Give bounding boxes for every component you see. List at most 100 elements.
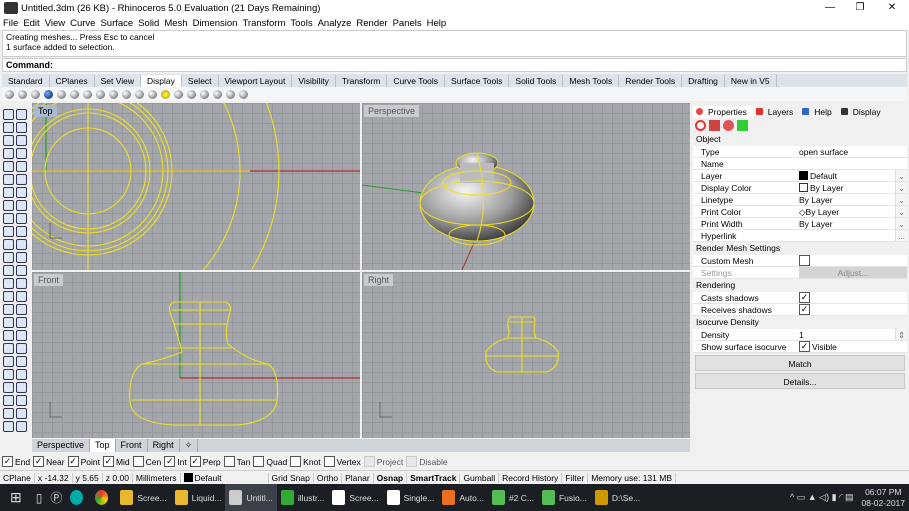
chevron-down-icon[interactable]: ⌄	[895, 206, 907, 217]
osnap-checkbox[interactable]	[406, 456, 418, 467]
xray-icon[interactable]	[57, 89, 66, 99]
disable-icon[interactable]	[226, 89, 235, 99]
menu-item-dimension[interactable]: Dimension	[193, 18, 238, 29]
tool-icon-18-0[interactable]	[3, 343, 14, 354]
tool-icon-11-1[interactable]	[16, 252, 27, 263]
tool-icon-22-0[interactable]	[3, 395, 14, 406]
tool-icon-17-0[interactable]	[3, 330, 14, 341]
texture-mapping-icon[interactable]	[737, 120, 748, 131]
chevron-down-icon[interactable]: ⌄	[895, 194, 907, 205]
taskbar-item-7[interactable]: #2 C...	[488, 484, 538, 511]
mesh-icon[interactable]	[213, 89, 222, 99]
receives-shadows-checkbox[interactable]: ✓	[799, 304, 810, 315]
spinner-icon[interactable]: ⇕	[895, 329, 907, 340]
chrome-icon[interactable]	[91, 484, 116, 511]
tool-icon-5-1[interactable]	[16, 174, 27, 185]
osnap-checkbox[interactable]	[290, 456, 302, 467]
tool-icon-2-0[interactable]	[3, 135, 14, 146]
tool-icon-0-1[interactable]	[16, 109, 27, 120]
units[interactable]: Millimeters	[133, 472, 181, 483]
taskbar-item-0[interactable]: Scree...	[116, 484, 170, 511]
tab-select[interactable]: Select	[182, 75, 219, 87]
sun-icon[interactable]	[161, 89, 170, 99]
tool-icon-20-0[interactable]	[3, 369, 14, 380]
viewport-tab-4[interactable]: ✧	[180, 439, 199, 452]
osnap-checkbox[interactable]: ✓	[67, 456, 79, 467]
menu-item-analyze[interactable]: Analyze	[318, 18, 352, 29]
chevron-down-icon[interactable]: ⌄	[895, 218, 907, 229]
current-layer[interactable]: Default	[181, 472, 269, 483]
status-toggle-ortho[interactable]: Ortho	[314, 472, 343, 483]
tab-new-in-v5[interactable]: New in V5	[725, 75, 777, 87]
osnap-vertex[interactable]: Vertex	[323, 456, 361, 467]
lights-icon[interactable]	[148, 89, 157, 99]
rendered-icon[interactable]	[44, 89, 53, 99]
osnap-near[interactable]: ✓ Near	[33, 456, 65, 467]
osnap-int[interactable]: ✓ Int	[164, 456, 187, 467]
arduino-icon[interactable]	[66, 484, 91, 511]
tool-icon-16-1[interactable]	[16, 317, 27, 328]
panel-tab-layers[interactable]: Layers	[753, 106, 800, 118]
osnap-checkbox[interactable]: ✓	[33, 456, 45, 467]
match-icon[interactable]	[135, 89, 144, 99]
tool-icon-8-1[interactable]	[16, 213, 27, 224]
osnap-checkbox[interactable]: ✓	[189, 456, 201, 467]
tool-icon-12-0[interactable]	[3, 265, 14, 276]
taskbar-item-8[interactable]: Fusio...	[538, 484, 591, 511]
tool-icon-9-0[interactable]	[3, 226, 14, 237]
tool-icon-3-0[interactable]	[3, 148, 14, 159]
tab-viewport-layout[interactable]: Viewport Layout	[219, 75, 293, 87]
pen-icon[interactable]	[83, 89, 92, 99]
tab-display[interactable]: Display	[141, 75, 182, 87]
osnap-checkbox[interactable]: ✓	[164, 456, 176, 467]
osnap-checkbox[interactable]	[223, 456, 235, 467]
tool-icon-23-1[interactable]	[16, 408, 27, 419]
tool-icon-1-1[interactable]	[16, 122, 27, 133]
osnap-checkbox[interactable]: ✓	[2, 456, 13, 467]
tab-solid-tools[interactable]: Solid Tools	[509, 75, 564, 87]
tool-icon-7-0[interactable]	[3, 200, 14, 211]
tool-icon-21-0[interactable]	[3, 382, 14, 393]
tool-icon-4-0[interactable]	[3, 161, 14, 172]
osnap-cen[interactable]: Cen	[132, 456, 161, 467]
taskbar-item-6[interactable]: Auto...	[438, 484, 488, 511]
menu-item-file[interactable]: File	[3, 18, 18, 29]
maximize-button[interactable]: ❐	[845, 0, 875, 16]
render-icon[interactable]	[200, 89, 209, 99]
tool-icon-4-1[interactable]	[16, 161, 27, 172]
menu-item-view[interactable]: View	[45, 18, 65, 29]
tool-icon-15-0[interactable]	[3, 304, 14, 315]
chevron-down-icon[interactable]: ⌄	[895, 170, 907, 181]
menu-item-solid[interactable]: Solid	[138, 18, 159, 29]
material-icon[interactable]	[709, 120, 720, 131]
monitor-icon[interactable]	[239, 89, 248, 99]
name-field[interactable]	[799, 158, 907, 169]
tool-icon-11-0[interactable]	[3, 252, 14, 263]
osnap-quad[interactable]: Quad	[253, 456, 287, 467]
osnap-end[interactable]: ✓ End	[2, 456, 30, 467]
tool-icon-6-1[interactable]	[16, 187, 27, 198]
viewport-label-right[interactable]: Right	[364, 274, 394, 286]
tool-icon-0-0[interactable]	[3, 109, 14, 120]
adjust-button[interactable]: Adjust...	[799, 267, 907, 278]
viewport-right[interactable]: Right	[362, 272, 690, 438]
tool-icon-13-0[interactable]	[3, 278, 14, 289]
osnap-project[interactable]: Project	[363, 456, 403, 467]
tab-surface-tools[interactable]: Surface Tools	[445, 75, 510, 87]
casts-shadows-checkbox[interactable]: ✓	[799, 292, 810, 303]
tool-icon-15-1[interactable]	[16, 304, 27, 315]
tab-set-view[interactable]: Set View	[95, 75, 142, 87]
ghosted-icon[interactable]	[18, 89, 27, 99]
osnap-checkbox[interactable]: ✓	[102, 456, 114, 467]
menu-item-render[interactable]: Render	[356, 18, 387, 29]
tool-icon-14-0[interactable]	[3, 291, 14, 302]
tool-icon-9-1[interactable]	[16, 226, 27, 237]
tool-icon-24-0[interactable]	[3, 421, 14, 432]
tool-icon-5-0[interactable]	[3, 174, 14, 185]
hyperlink-browse-button[interactable]: ...	[895, 230, 907, 241]
tool-icon-19-0[interactable]	[3, 356, 14, 367]
tool-icon-12-1[interactable]	[16, 265, 27, 276]
app-p-icon[interactable]: Ⓟ	[46, 484, 66, 511]
menu-item-surface[interactable]: Surface	[100, 18, 133, 29]
viewport-tab-3[interactable]: Right	[148, 439, 180, 452]
